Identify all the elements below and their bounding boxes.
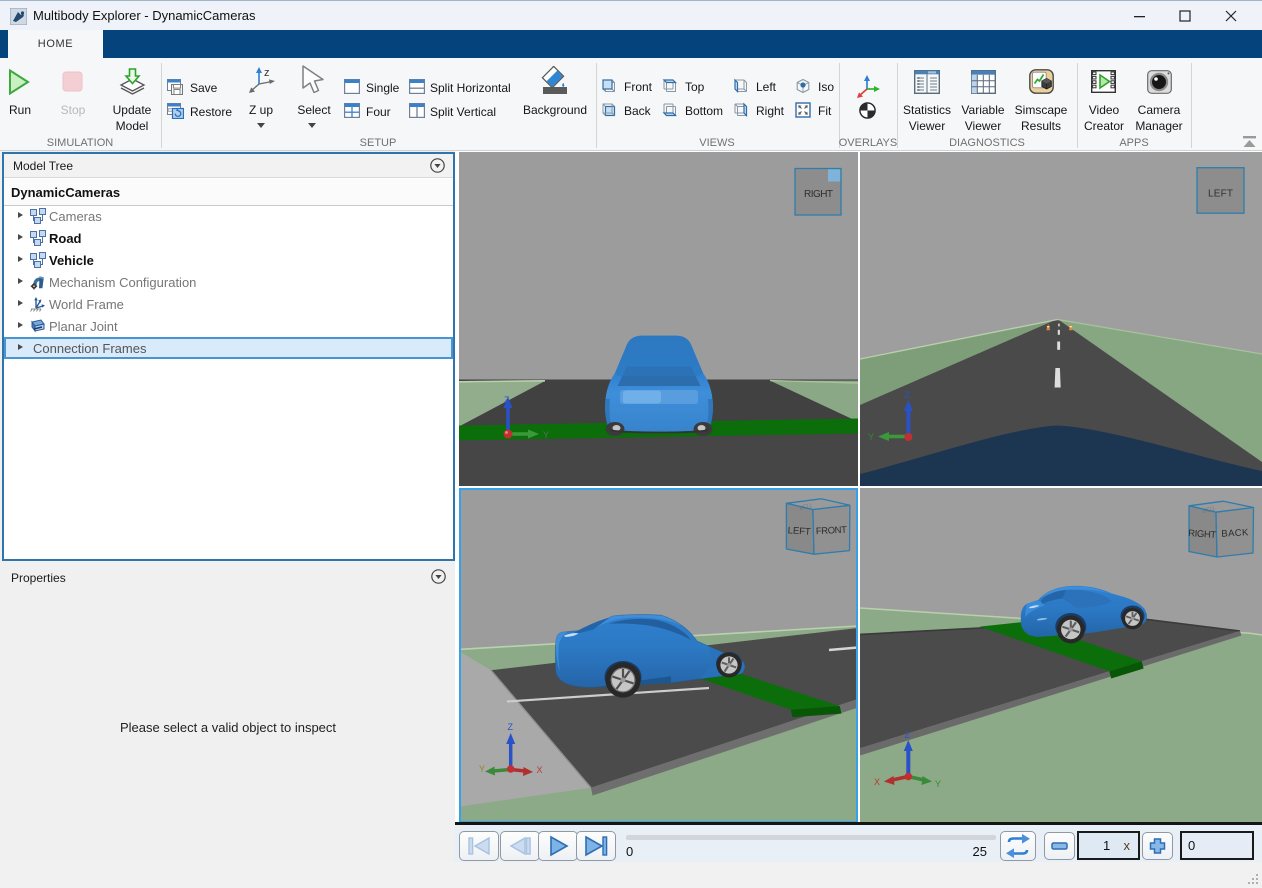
svg-text:X: X [537,765,543,775]
svg-text:BACK: BACK [1221,527,1249,539]
svg-text:X: X [874,777,880,787]
svg-text:Z: Z [905,730,911,740]
svg-text:Y: Y [868,432,874,442]
svg-text:Z: Z [504,395,510,405]
svg-text:Y: Y [935,779,941,789]
svg-text:LEFT: LEFT [1208,189,1233,200]
svg-text:RIGHT: RIGHT [1188,528,1217,541]
svg-text:z: z [264,67,270,79]
svg-text:Y: Y [543,430,549,440]
svg-text:LEFT: LEFT [787,525,811,538]
svg-text:FRONT: FRONT [816,525,848,538]
svg-text:RIGHT: RIGHT [804,189,833,200]
svg-text:Z: Z [905,390,911,400]
svg-text:Z: Z [508,722,514,732]
svg-text:Y: Y [479,764,485,774]
